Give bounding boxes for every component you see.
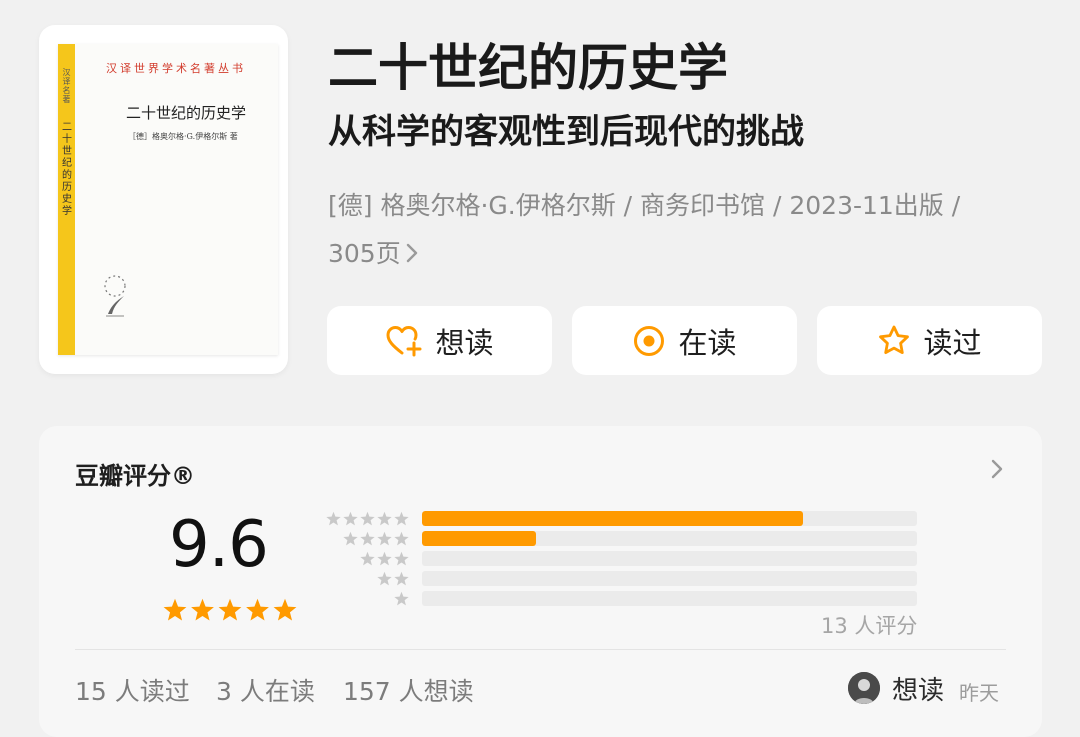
distribution-bar-track [422, 571, 917, 586]
cover-author: ［德］格奥尔格·G.伊格尔斯 著 [128, 132, 238, 141]
user-avatar[interactable] [848, 672, 880, 704]
heart-plus-icon [386, 325, 422, 356]
star-icon [377, 571, 392, 586]
cover-series: 汉译世界学术名著丛书 [106, 62, 246, 75]
star-icon [273, 598, 297, 621]
want-to-read-label: 想读 [435, 325, 494, 360]
book-meta-line: [德] 格奥尔格·G.伊格尔斯 / 商务印书馆 / 2023-11出版 / [328, 191, 961, 220]
star-icon [394, 511, 409, 526]
star-icon [360, 511, 375, 526]
star-icon [377, 531, 392, 546]
book-title: 二十世纪的历史学 [328, 39, 728, 97]
distribution-bar-fill [422, 511, 804, 526]
distribution-star-label [377, 571, 409, 590]
distribution-stars-4 [343, 531, 409, 546]
have-read-label: 读过 [923, 325, 982, 360]
rating-score: 9.6 [169, 508, 269, 582]
divider [75, 649, 1006, 650]
distribution-star-label [394, 591, 409, 610]
score-stars [163, 598, 297, 626]
distribution-bar-track [422, 511, 917, 526]
book-detail-page: 汉译名著 二十世纪的历史学 汉译世界学术名著丛书 二十世纪的历史学 ［德］格奥尔… [0, 0, 1080, 737]
distribution-star-label [326, 511, 409, 530]
star-icon [163, 598, 187, 621]
star-icon [218, 598, 242, 621]
reading-label: 在读 [678, 325, 737, 360]
publisher-logo-icon [104, 275, 126, 317]
distribution-bar-track [422, 591, 917, 606]
distribution-bar-track [422, 551, 917, 566]
distribution-bar-fill [422, 531, 536, 546]
read-count[interactable]: 15 人读过 [75, 672, 190, 708]
star-icon [326, 511, 341, 526]
star-icon [343, 511, 358, 526]
distribution-stars-1 [394, 591, 409, 606]
star-icon [377, 551, 392, 566]
book-meta[interactable]: [德] 格奥尔格·G.伊格尔斯 / 商务印书馆 / 2023-11出版 / 30… [328, 182, 1058, 280]
book-subtitle: 从科学的客观性到后现代的挑战 [328, 112, 804, 152]
star-icon [394, 531, 409, 546]
star-icon [394, 591, 409, 606]
avatar-icon [848, 672, 880, 704]
star-icon [377, 511, 392, 526]
star-outline-icon [879, 325, 910, 354]
star-icon [343, 531, 358, 546]
chevron-right-icon [405, 232, 419, 280]
activity-time: 昨天 [959, 681, 999, 705]
rating-count[interactable]: 13 人评分 [821, 610, 917, 640]
reading-button[interactable]: 在读 [572, 306, 797, 375]
distribution-stars-3 [360, 551, 409, 566]
want-to-read-button[interactable]: 想读 [327, 306, 552, 375]
cover-title: 二十世纪的历史学 [126, 104, 247, 122]
distribution-stars-5 [326, 511, 409, 526]
distribution-bar-track [422, 531, 917, 546]
want-count[interactable]: 157 人想读 [343, 672, 474, 708]
star-icon [394, 551, 409, 566]
score-star-row [163, 598, 297, 621]
star-icon [394, 571, 409, 586]
distribution-star-label [343, 531, 409, 550]
distribution-star-label [360, 551, 409, 570]
star-icon [360, 551, 375, 566]
book-pages: 305页 [328, 239, 401, 268]
rating-card: 豆瓣评分® 9.6 13 人评分 15 人读过 3 人在读 157 人想读 想读… [39, 426, 1042, 737]
rating-chevron-right-icon[interactable] [989, 456, 1005, 486]
distribution-stars-2 [377, 571, 409, 586]
activity-action: 想读 [892, 676, 945, 706]
reading-count[interactable]: 3 人在读 [216, 672, 315, 708]
cover-spine-series: 汉译名著 [62, 68, 71, 104]
star-icon [360, 531, 375, 546]
target-circle-icon [634, 325, 665, 356]
have-read-button[interactable]: 读过 [817, 306, 1042, 375]
book-cover[interactable]: 汉译名著 二十世纪的历史学 汉译世界学术名著丛书 二十世纪的历史学 ［德］格奥尔… [58, 44, 278, 355]
rating-header: 豆瓣评分® [75, 462, 195, 490]
cover-spine-title: 二十世纪的历史学 [62, 122, 72, 217]
star-icon [246, 598, 269, 621]
star-icon [191, 598, 214, 621]
